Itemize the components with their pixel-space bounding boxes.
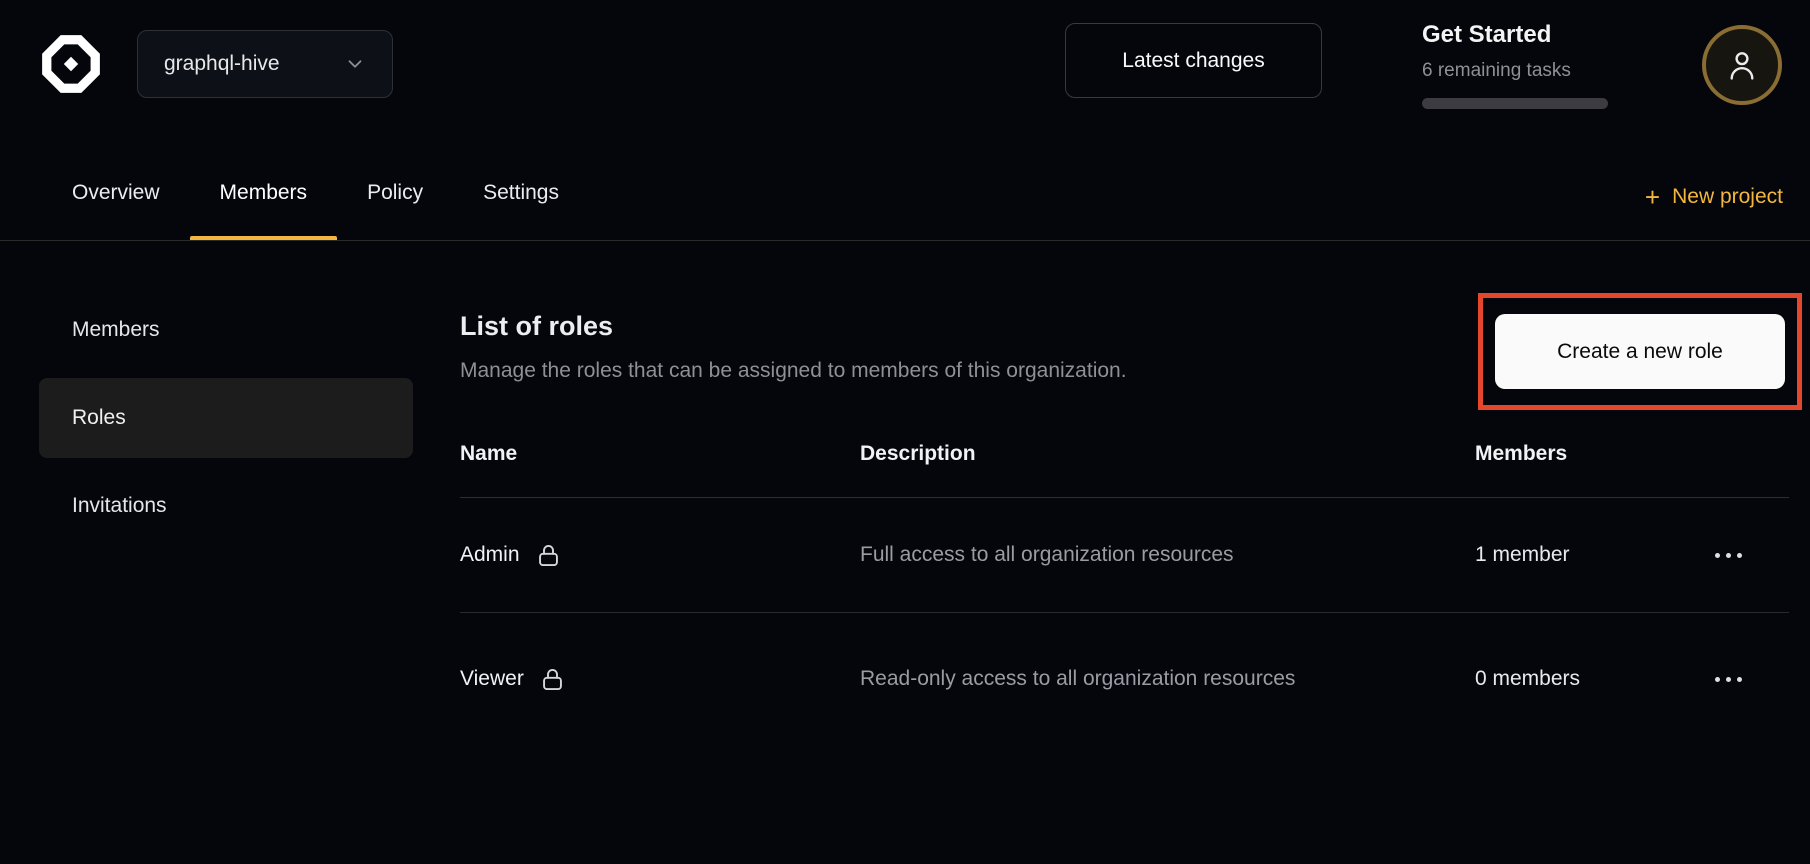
org-tabbar: Overview Members Policy Settings + New p…: [0, 130, 1810, 241]
chevron-down-icon: [344, 53, 366, 75]
get-started-subtitle: 6 remaining tasks: [1422, 59, 1612, 83]
lock-icon: [535, 542, 562, 569]
plus-icon: +: [1645, 186, 1660, 208]
role-members-count: 1 member: [1475, 543, 1713, 567]
lock-icon: [539, 666, 566, 693]
role-name: Viewer: [460, 667, 524, 691]
role-name: Admin: [460, 543, 520, 567]
table-row: Viewer Read-only access to all organizat…: [460, 613, 1789, 745]
org-selector[interactable]: graphql-hive: [137, 30, 393, 98]
get-started-title: Get Started: [1422, 22, 1612, 48]
sidebar-item-roles[interactable]: Roles: [39, 378, 413, 458]
column-header-members: Members: [1475, 442, 1713, 466]
user-icon: [1723, 46, 1761, 84]
sidebar-item-members[interactable]: Members: [39, 290, 413, 370]
user-avatar[interactable]: [1702, 25, 1782, 105]
content-area: Members Roles Invitations List of roles …: [0, 241, 1810, 864]
row-menu-button[interactable]: [1713, 543, 1744, 568]
column-header-name: Name: [460, 442, 860, 466]
org-name: graphql-hive: [164, 52, 280, 76]
get-started-widget[interactable]: Get Started 6 remaining tasks: [1422, 22, 1612, 109]
tab-settings[interactable]: Settings: [453, 181, 589, 240]
new-project-button[interactable]: + New project: [1645, 185, 1783, 209]
role-description: Full access to all organization resource…: [860, 539, 1365, 571]
annotation-highlight-box: Create a new role: [1478, 293, 1802, 410]
top-header: graphql-hive Latest changes Get Started …: [0, 0, 1810, 130]
roles-panel: List of roles Manage the roles that can …: [460, 241, 1789, 745]
tab-overview[interactable]: Overview: [42, 181, 190, 240]
row-menu-button[interactable]: [1713, 667, 1744, 692]
sidebar-item-invitations[interactable]: Invitations: [39, 466, 413, 546]
column-header-description: Description: [860, 442, 1475, 466]
role-description: Read-only access to all organization res…: [860, 663, 1365, 695]
table-row: Admin Full access to all organization re…: [460, 498, 1789, 613]
get-started-progress-bar: [1422, 98, 1608, 109]
role-members-count: 0 members: [1475, 667, 1713, 691]
members-sidebar: Members Roles Invitations: [39, 290, 413, 546]
hive-logo-icon: [38, 28, 104, 100]
table-header: Name Description Members: [460, 441, 1789, 467]
latest-changes-button[interactable]: Latest changes: [1065, 23, 1322, 98]
create-role-button[interactable]: Create a new role: [1495, 314, 1785, 389]
tab-policy[interactable]: Policy: [337, 181, 453, 240]
tab-members[interactable]: Members: [190, 181, 338, 240]
new-project-label: New project: [1672, 185, 1783, 209]
